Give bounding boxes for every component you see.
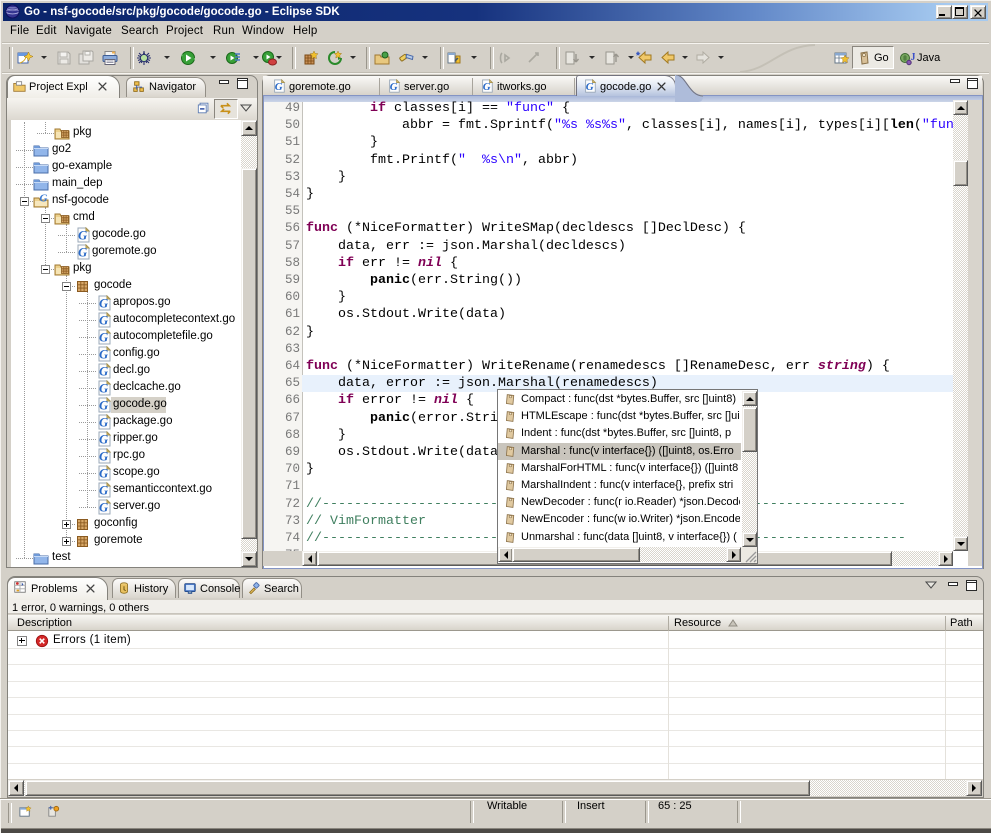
svg-text:G: G — [99, 331, 108, 345]
svg-text:G: G — [99, 450, 108, 464]
svg-text:G: G — [99, 433, 108, 447]
svg-text:G: G — [99, 314, 108, 328]
svg-text:G: G — [275, 81, 283, 93]
svg-text:G: G — [40, 193, 48, 205]
svg-text:G: G — [78, 246, 87, 260]
svg-text:G: G — [99, 399, 108, 413]
svg-text:G: G — [99, 382, 108, 396]
svg-text:G: G — [99, 484, 108, 498]
svg-text:G: G — [390, 81, 398, 93]
svg-text:G: G — [99, 416, 108, 430]
svg-text:G: G — [586, 81, 594, 93]
svg-text:G: G — [99, 467, 108, 481]
svg-text:G: G — [78, 229, 87, 243]
svg-text:G: G — [99, 348, 108, 362]
svg-text:G: G — [483, 81, 491, 93]
svg-text:G: G — [99, 297, 108, 311]
svg-text:G: G — [99, 501, 108, 515]
svg-text:G: G — [99, 365, 108, 379]
